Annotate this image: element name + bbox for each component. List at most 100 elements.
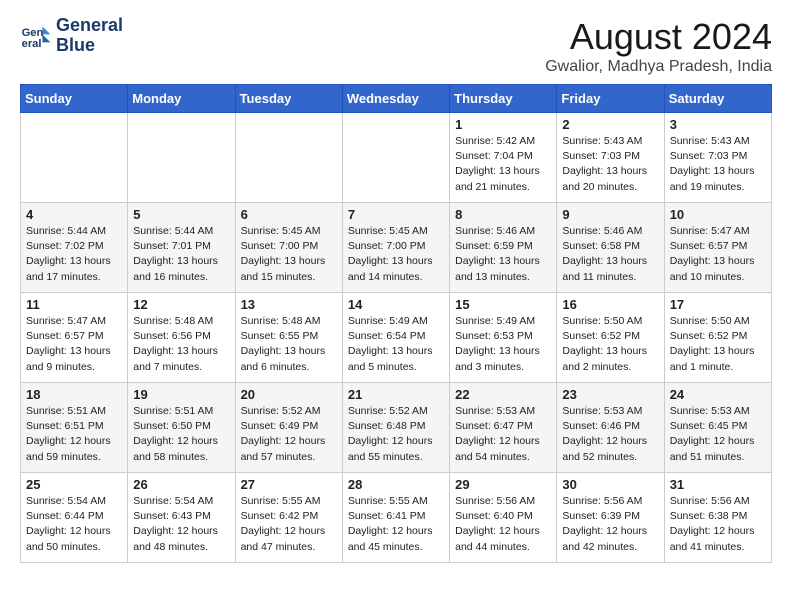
day-number: 30 (562, 477, 658, 492)
day-number: 22 (455, 387, 551, 402)
day-number: 25 (26, 477, 122, 492)
calendar-table: SundayMondayTuesdayWednesdayThursdayFrid… (20, 84, 772, 563)
calendar-cell: 10Sunrise: 5:47 AM Sunset: 6:57 PM Dayli… (664, 203, 771, 293)
calendar-cell: 7 Sunrise: 5:45 AM Sunset: 7:00 PM Daylig… (342, 203, 449, 293)
day-number: 14 (348, 297, 444, 312)
calendar-cell: 22 Sunrise: 5:53 AM Sunset: 6:47 PM Dayli… (450, 383, 557, 473)
day-info: Sunrise: 5:48 AM Sunset: 6:55 PM Dayligh… (241, 314, 337, 375)
day-info: Sunrise: 5:49 AM Sunset: 6:54 PM Dayligh… (348, 314, 444, 375)
day-number: 16 (562, 297, 658, 312)
calendar-cell: 3Sunrise: 5:43 AM Sunset: 7:03 PM Daylig… (664, 113, 771, 203)
day-info: Sunrise: 5:51 AM Sunset: 6:51 PM Dayligh… (26, 404, 122, 465)
day-number: 12 (133, 297, 229, 312)
weekday-header-tuesday: Tuesday (235, 85, 342, 113)
day-info: Sunrise: 5:47 AM Sunset: 6:57 PM Dayligh… (26, 314, 122, 375)
day-info: Sunrise: 5:46 AM Sunset: 6:59 PM Dayligh… (455, 224, 551, 285)
calendar-cell: 15Sunrise: 5:49 AM Sunset: 6:53 PM Dayli… (450, 293, 557, 383)
day-info: Sunrise: 5:50 AM Sunset: 6:52 PM Dayligh… (670, 314, 766, 375)
month-title: August 2024 (545, 16, 772, 58)
day-number: 18 (26, 387, 122, 402)
day-info: Sunrise: 5:56 AM Sunset: 6:38 PM Dayligh… (670, 494, 766, 555)
calendar-cell (235, 113, 342, 203)
weekday-header-sunday: Sunday (21, 85, 128, 113)
day-number: 10 (670, 207, 766, 222)
week-row-1: 1 Sunrise: 5:42 AM Sunset: 7:04 PM Daylig… (21, 113, 772, 203)
week-row-3: 11 Sunrise: 5:47 AM Sunset: 6:57 PM Dayli… (21, 293, 772, 383)
weekday-header-wednesday: Wednesday (342, 85, 449, 113)
day-number: 6 (241, 207, 337, 222)
day-info: Sunrise: 5:42 AM Sunset: 7:04 PM Dayligh… (455, 134, 551, 195)
day-number: 11 (26, 297, 122, 312)
day-info: Sunrise: 5:53 AM Sunset: 6:45 PM Dayligh… (670, 404, 766, 465)
calendar-cell: 16Sunrise: 5:50 AM Sunset: 6:52 PM Dayli… (557, 293, 664, 383)
calendar-cell: 11 Sunrise: 5:47 AM Sunset: 6:57 PM Dayli… (21, 293, 128, 383)
day-number: 1 (455, 117, 551, 132)
day-number: 24 (670, 387, 766, 402)
calendar-cell: 5Sunrise: 5:44 AM Sunset: 7:01 PM Daylig… (128, 203, 235, 293)
day-info: Sunrise: 5:51 AM Sunset: 6:50 PM Dayligh… (133, 404, 229, 465)
calendar-cell: 8Sunrise: 5:46 AM Sunset: 6:59 PM Daylig… (450, 203, 557, 293)
week-row-4: 18 Sunrise: 5:51 AM Sunset: 6:51 PM Dayli… (21, 383, 772, 473)
day-number: 28 (348, 477, 444, 492)
calendar-cell: 26Sunrise: 5:54 AM Sunset: 6:43 PM Dayli… (128, 473, 235, 563)
day-info: Sunrise: 5:43 AM Sunset: 7:03 PM Dayligh… (562, 134, 658, 195)
calendar-cell: 9 Sunrise: 5:46 AM Sunset: 6:58 PM Daylig… (557, 203, 664, 293)
day-number: 13 (241, 297, 337, 312)
page-header: Gen eral General Blue August 2024 Gwalio… (20, 16, 772, 76)
day-info: Sunrise: 5:44 AM Sunset: 7:02 PM Dayligh… (26, 224, 122, 285)
day-info: Sunrise: 5:53 AM Sunset: 6:46 PM Dayligh… (562, 404, 658, 465)
day-info: Sunrise: 5:52 AM Sunset: 6:48 PM Dayligh… (348, 404, 444, 465)
day-info: Sunrise: 5:52 AM Sunset: 6:49 PM Dayligh… (241, 404, 337, 465)
day-info: Sunrise: 5:55 AM Sunset: 6:41 PM Dayligh… (348, 494, 444, 555)
weekday-header-monday: Monday (128, 85, 235, 113)
day-number: 31 (670, 477, 766, 492)
week-row-2: 4Sunrise: 5:44 AM Sunset: 7:02 PM Daylig… (21, 203, 772, 293)
weekday-header-saturday: Saturday (664, 85, 771, 113)
calendar-cell: 18 Sunrise: 5:51 AM Sunset: 6:51 PM Dayli… (21, 383, 128, 473)
calendar-cell: 17 Sunrise: 5:50 AM Sunset: 6:52 PM Dayli… (664, 293, 771, 383)
calendar-cell: 13 Sunrise: 5:48 AM Sunset: 6:55 PM Dayli… (235, 293, 342, 383)
logo-icon: Gen eral (20, 20, 52, 52)
day-number: 17 (670, 297, 766, 312)
calendar-cell (21, 113, 128, 203)
calendar-cell: 27Sunrise: 5:55 AM Sunset: 6:42 PM Dayli… (235, 473, 342, 563)
day-info: Sunrise: 5:53 AM Sunset: 6:47 PM Dayligh… (455, 404, 551, 465)
calendar-cell: 31 Sunrise: 5:56 AM Sunset: 6:38 PM Dayli… (664, 473, 771, 563)
day-info: Sunrise: 5:45 AM Sunset: 7:00 PM Dayligh… (348, 224, 444, 285)
calendar-cell: 30 Sunrise: 5:56 AM Sunset: 6:39 PM Dayli… (557, 473, 664, 563)
calendar-cell: 1 Sunrise: 5:42 AM Sunset: 7:04 PM Daylig… (450, 113, 557, 203)
calendar-cell: 14 Sunrise: 5:49 AM Sunset: 6:54 PM Dayli… (342, 293, 449, 383)
calendar-cell: 24 Sunrise: 5:53 AM Sunset: 6:45 PM Dayli… (664, 383, 771, 473)
location-subtitle: Gwalior, Madhya Pradesh, India (545, 58, 772, 76)
day-info: Sunrise: 5:54 AM Sunset: 6:43 PM Dayligh… (133, 494, 229, 555)
calendar-cell: 6Sunrise: 5:45 AM Sunset: 7:00 PM Daylig… (235, 203, 342, 293)
day-number: 5 (133, 207, 229, 222)
calendar-cell: 20 Sunrise: 5:52 AM Sunset: 6:49 PM Dayli… (235, 383, 342, 473)
calendar-cell: 29Sunrise: 5:56 AM Sunset: 6:40 PM Dayli… (450, 473, 557, 563)
calendar-cell (128, 113, 235, 203)
day-number: 20 (241, 387, 337, 402)
svg-text:Gen: Gen (22, 27, 44, 39)
day-number: 9 (562, 207, 658, 222)
day-info: Sunrise: 5:56 AM Sunset: 6:40 PM Dayligh… (455, 494, 551, 555)
title-section: August 2024 Gwalior, Madhya Pradesh, Ind… (545, 16, 772, 76)
calendar-cell: 2 Sunrise: 5:43 AM Sunset: 7:03 PM Daylig… (557, 113, 664, 203)
day-info: Sunrise: 5:55 AM Sunset: 6:42 PM Dayligh… (241, 494, 337, 555)
day-number: 7 (348, 207, 444, 222)
logo-line1: General (56, 16, 123, 36)
logo: Gen eral General Blue (20, 16, 123, 56)
calendar-cell (342, 113, 449, 203)
weekday-header-thursday: Thursday (450, 85, 557, 113)
calendar-cell: 4Sunrise: 5:44 AM Sunset: 7:02 PM Daylig… (21, 203, 128, 293)
svg-text:eral: eral (22, 38, 42, 50)
week-row-5: 25 Sunrise: 5:54 AM Sunset: 6:44 PM Dayli… (21, 473, 772, 563)
day-info: Sunrise: 5:54 AM Sunset: 6:44 PM Dayligh… (26, 494, 122, 555)
day-info: Sunrise: 5:46 AM Sunset: 6:58 PM Dayligh… (562, 224, 658, 285)
day-number: 2 (562, 117, 658, 132)
calendar-cell: 23Sunrise: 5:53 AM Sunset: 6:46 PM Dayli… (557, 383, 664, 473)
day-info: Sunrise: 5:56 AM Sunset: 6:39 PM Dayligh… (562, 494, 658, 555)
calendar-cell: 25 Sunrise: 5:54 AM Sunset: 6:44 PM Dayli… (21, 473, 128, 563)
day-number: 19 (133, 387, 229, 402)
calendar-cell: 19 Sunrise: 5:51 AM Sunset: 6:50 PM Dayli… (128, 383, 235, 473)
calendar-cell: 28 Sunrise: 5:55 AM Sunset: 6:41 PM Dayli… (342, 473, 449, 563)
